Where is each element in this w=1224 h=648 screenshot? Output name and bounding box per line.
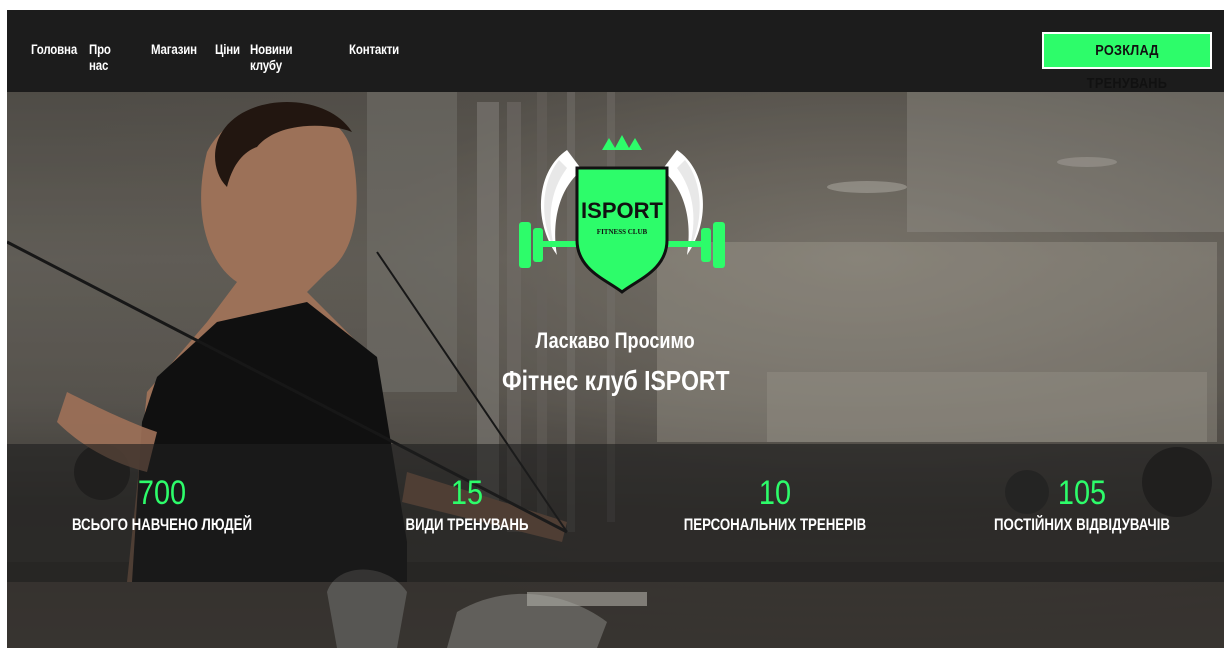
logo-title: ISPORT [581, 198, 663, 223]
nav-link-about[interactable]: Про нас [89, 41, 132, 73]
stat-value: 700 [137, 474, 187, 512]
isport-logo: ISPORT FITNESS CLUB [519, 135, 725, 294]
nav-link-contacts[interactable]: Контакти [349, 41, 399, 57]
welcome-heading: Ласкаво Просимо [7, 328, 1224, 354]
hero-section: ISPORT FITNESS CLUB Ласкаво Просимо Фітн… [7, 92, 1224, 648]
stat-personal-trainers: 10 ПЕРСОНАЛЬНИХ ТРЕНЕРІВ [645, 444, 905, 535]
stat-value: 10 [758, 474, 792, 512]
nav-link-home[interactable]: Головна [31, 41, 77, 57]
welcome-text: Ласкаво Просимо [535, 328, 696, 353]
club-title-text: Фітнес клуб ISPORT [501, 365, 730, 396]
stat-training-types: 15 ВИДИ ТРЕНУВАНЬ [337, 444, 597, 535]
nav-link-prices[interactable]: Ціни [215, 41, 240, 57]
schedule-button-label: РОЗКЛАД ТРЕНУВАНЬ [1086, 42, 1168, 92]
schedule-button[interactable]: РОЗКЛАД ТРЕНУВАНЬ [1042, 32, 1212, 92]
club-title: Фітнес клуб ISPORT [7, 365, 1224, 397]
stat-label: ВСЬОГО НАВЧЕНО ЛЮДЕЙ [71, 515, 253, 534]
nav-link-club-news[interactable]: Новини клубу [250, 41, 324, 73]
logo-subtitle: FITNESS CLUB [597, 228, 648, 236]
top-navbar: Головна Про нас Магазин Ціни Новини клуб… [7, 10, 1224, 92]
stat-regular-visitors: 105 ПОСТІЙНИХ ВІДВІДУВАЧІВ [952, 444, 1212, 535]
stat-label: ПЕРСОНАЛЬНИХ ТРЕНЕРІВ [683, 515, 867, 534]
stat-value: 105 [1057, 474, 1107, 512]
stat-trained-people: 700 ВСЬОГО НАВЧЕНО ЛЮДЕЙ [32, 444, 292, 535]
stat-label: ВИДИ ТРЕНУВАНЬ [405, 515, 529, 534]
nav-link-shop[interactable]: Магазин [151, 41, 197, 57]
nav-menu: Головна Про нас Магазин Ціни Новини клуб… [31, 41, 419, 75]
stat-label: ПОСТІЙНИХ ВІДВІДУВАЧІВ [994, 515, 1170, 534]
stat-value: 15 [450, 474, 484, 512]
stats-bar: 700 ВСЬОГО НАВЧЕНО ЛЮДЕЙ 15 ВИДИ ТРЕНУВА… [7, 444, 1224, 582]
page-frame: Головна Про нас Магазин Ціни Новини клуб… [7, 10, 1224, 648]
